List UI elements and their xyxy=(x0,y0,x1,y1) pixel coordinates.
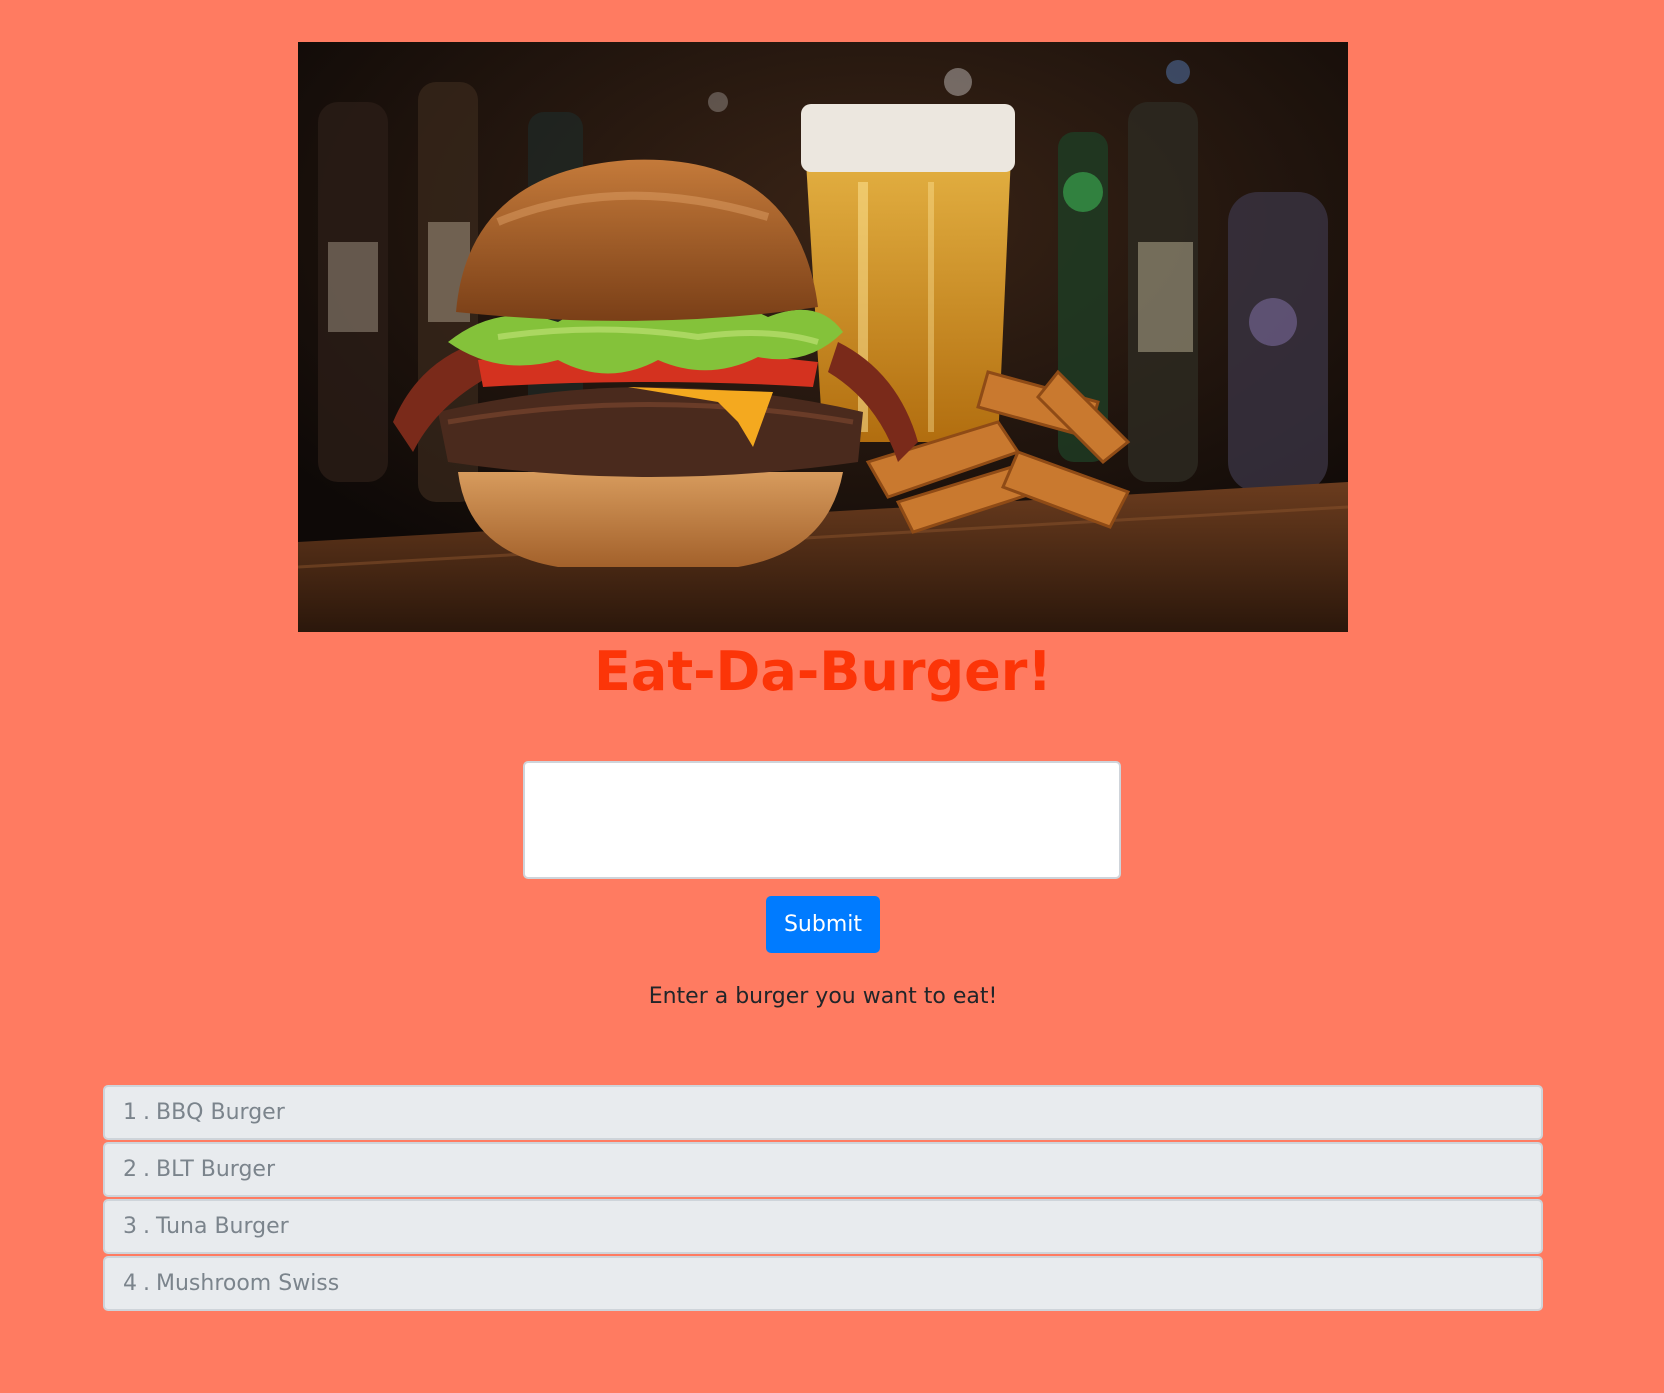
burger-number: 2 xyxy=(123,1157,137,1182)
burger-number: 1 xyxy=(123,1100,137,1125)
burger-name: Tuna Burger xyxy=(156,1214,289,1239)
burger-list-item[interactable]: 3 . Tuna Burger xyxy=(103,1199,1543,1254)
burger-name-input[interactable] xyxy=(523,761,1121,879)
burger-separator: . xyxy=(143,1214,150,1239)
burger-name: Mushroom Swiss xyxy=(156,1271,340,1296)
burger-name: BLT Burger xyxy=(156,1157,275,1182)
submit-button[interactable]: Submit xyxy=(766,896,880,953)
burger-number: 3 xyxy=(123,1214,137,1239)
helper-text: Enter a burger you want to eat! xyxy=(648,984,998,1009)
burger-number: 4 xyxy=(123,1271,137,1296)
burger-separator: . xyxy=(143,1157,150,1182)
burger-photo xyxy=(298,42,1348,632)
burger-list-item[interactable]: 4 . Mushroom Swiss xyxy=(103,1256,1543,1311)
burger-separator: . xyxy=(143,1271,150,1296)
page-title: Eat-Da-Burger! xyxy=(594,640,1052,703)
hero-image xyxy=(298,42,1348,632)
burger-name: BBQ Burger xyxy=(156,1100,285,1125)
burger-list: 1 . BBQ Burger 2 . BLT Burger 3 . Tuna B… xyxy=(103,1085,1543,1313)
burger-list-item[interactable]: 2 . BLT Burger xyxy=(103,1142,1543,1197)
burger-separator: . xyxy=(143,1100,150,1125)
burger-list-item[interactable]: 1 . BBQ Burger xyxy=(103,1085,1543,1140)
